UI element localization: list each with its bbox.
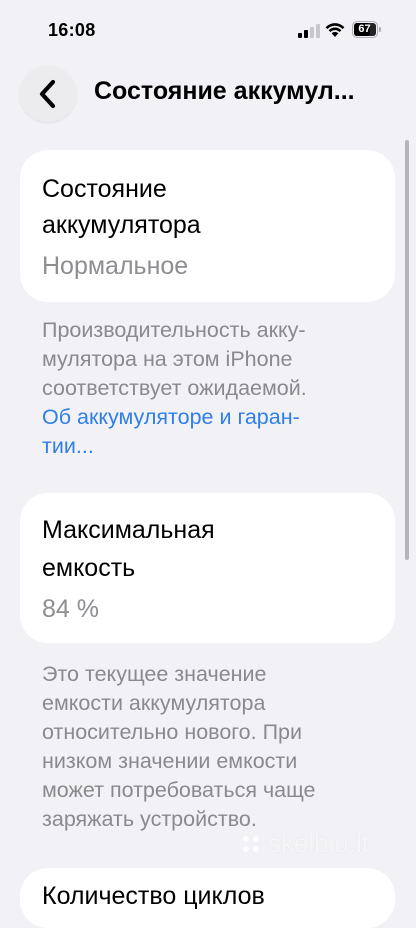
battery-health-card: Состояние аккумулятора Нормальное [20,150,395,302]
max-capacity-title-line1: Максимальная [42,516,215,544]
battery-level: 67 [358,23,371,35]
back-button[interactable] [20,66,76,122]
footnote-line: относительно нового. При [42,720,302,744]
battery-health-title-line1: Состояние [42,175,167,203]
footnote-line: мулятора на этом iPhone [42,347,293,371]
watermark: skelbiu.lt [240,828,369,859]
scroll-indicator[interactable] [405,140,409,560]
max-capacity-card: Максимальная емкость 84 % [20,493,395,643]
cycle-count-card: Количество циклов [20,868,395,928]
max-capacity-title-line2: емкость [42,554,136,582]
battery-warranty-link[interactable]: Об аккумуляторе и гаран- тии... [42,403,377,461]
link-line: тии... [42,434,94,458]
footnote-line: Производительность акку- [42,318,306,342]
status-time: 16:08 [48,20,96,40]
chevron-left-icon [39,79,56,109]
watermark-text: skelbiu.lt [268,828,370,858]
max-capacity-footnote: Это текущее значение емкости аккумулятор… [42,660,377,834]
battery-health-footnote: Производительность акку- мулятора на это… [42,316,377,461]
watermark-logo-icon [243,835,259,852]
footnote-line: низком значении емкости [42,749,298,773]
status-bar: 16:08 67 [0,0,416,60]
battery-health-value: Нормальное [42,252,189,280]
max-capacity-value: 84 % [42,595,99,623]
footnote-line: Это текущее значение [42,662,267,686]
footnote-line: соответствует ожидаемой. [42,376,307,400]
cycle-count-title: Количество циклов [42,882,265,910]
footnote-line: может потребоваться чаще [42,778,316,802]
cellular-signal-icon [298,24,320,38]
battery-health-title-line2: аккумулятора [42,211,201,239]
navigation-bar: Состояние аккумул... [0,64,416,122]
page-title: Состояние аккумул... [94,77,355,105]
link-line: Об аккумуляторе и гаран- [42,405,300,429]
footnote-line: емкости аккумулятора [42,691,266,715]
wifi-icon [325,23,345,37]
